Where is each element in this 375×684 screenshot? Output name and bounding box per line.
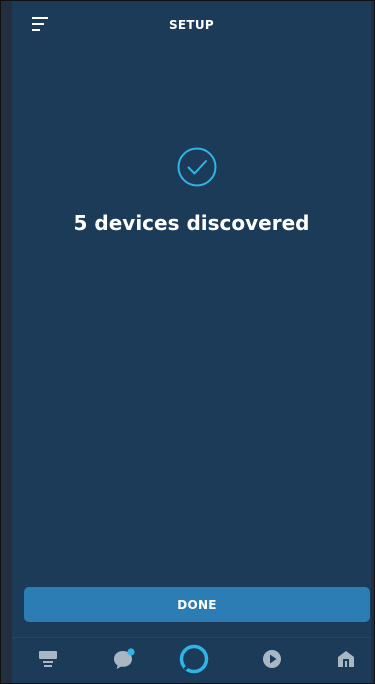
nav-devices[interactable]	[331, 638, 361, 683]
play-icon	[261, 648, 283, 674]
done-button[interactable]: DONE	[24, 587, 370, 622]
devices-icon	[335, 648, 357, 674]
nav-alexa[interactable]	[177, 638, 211, 683]
communicate-icon	[112, 647, 136, 675]
app-screen: SETUP 5 devices discovered DONE	[12, 1, 371, 683]
top-bar: SETUP	[12, 1, 371, 51]
alexa-icon	[178, 643, 210, 679]
devices-discovered-heading: 5 devices discovered	[73, 211, 310, 235]
nav-play[interactable]	[257, 638, 287, 683]
checkmark-circle-icon	[176, 146, 218, 188]
home-icon	[38, 648, 58, 674]
nav-communicate[interactable]	[108, 638, 140, 683]
nav-home[interactable]	[32, 638, 64, 683]
bottom-navigation	[12, 637, 371, 683]
device-frame: SETUP 5 devices discovered DONE	[0, 0, 375, 684]
page-title: SETUP	[168, 18, 215, 32]
